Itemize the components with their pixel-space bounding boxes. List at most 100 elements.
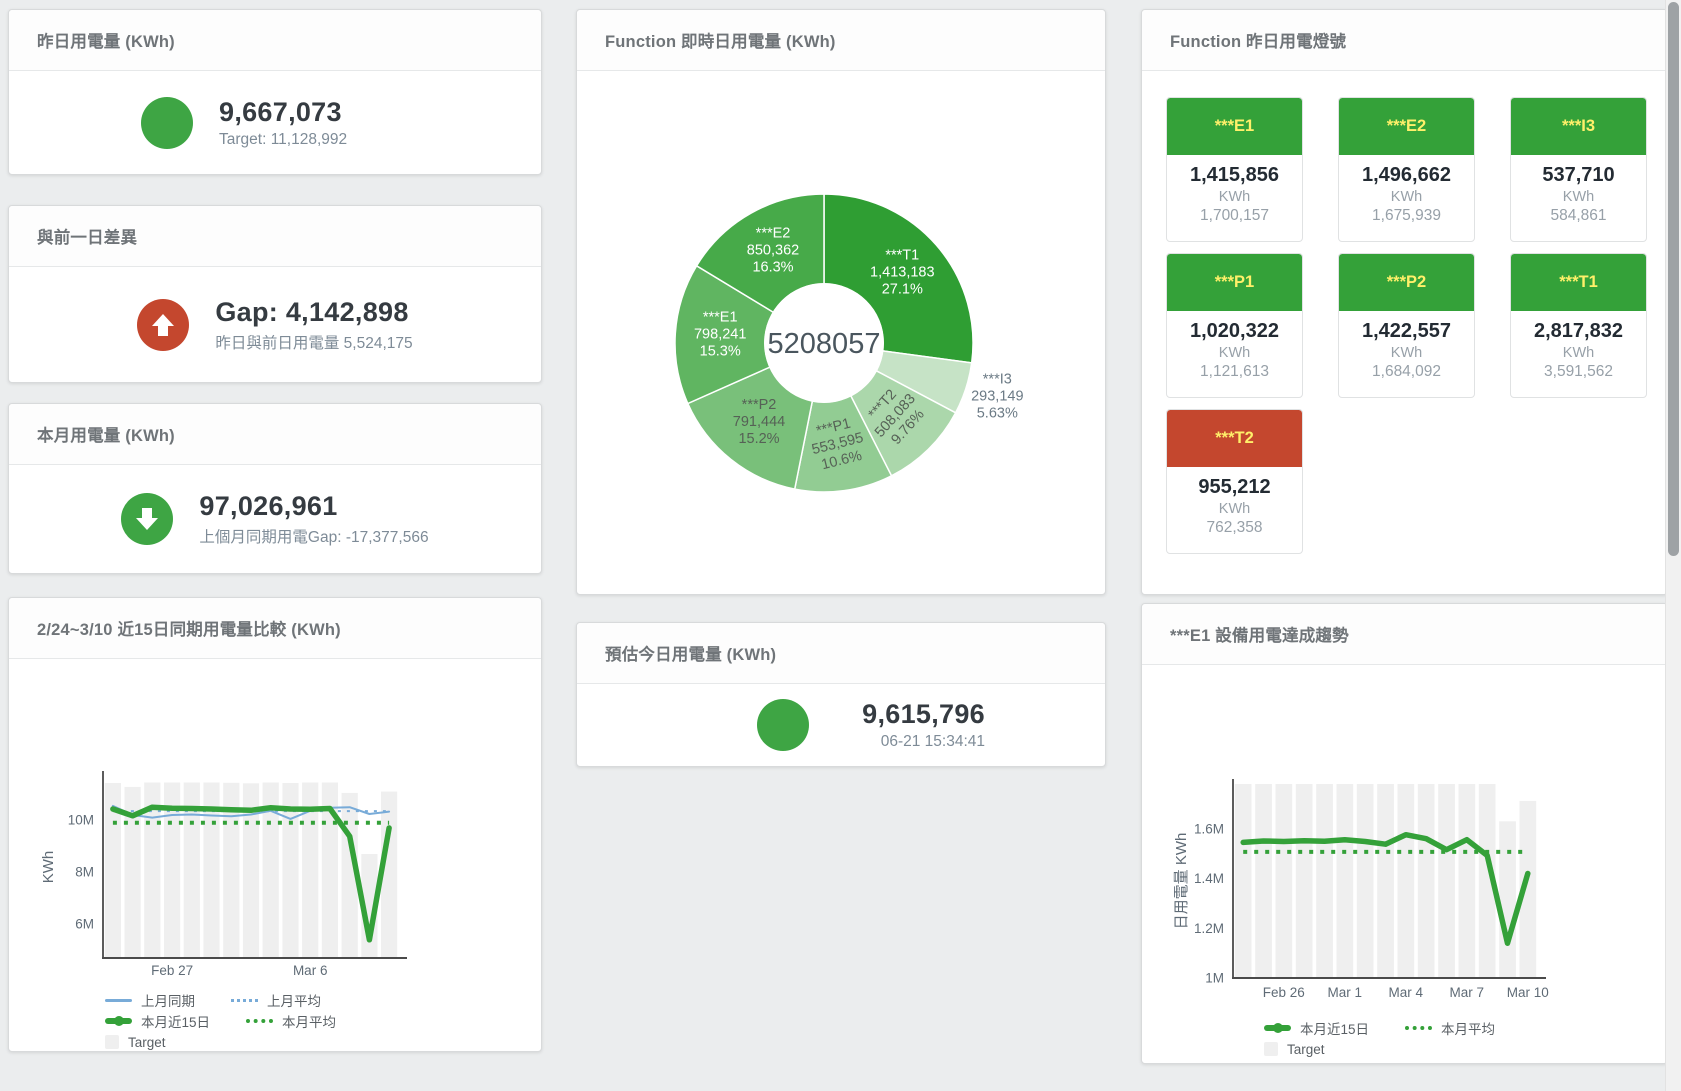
- arrow-down-circle-icon: [121, 493, 173, 545]
- stat-value: 9,667,073: [219, 97, 409, 128]
- legend-thick-line-swatch-icon: [105, 1018, 132, 1024]
- tile-name: ***P1: [1215, 273, 1254, 292]
- svg-text:16.3%: 16.3%: [752, 259, 793, 275]
- card-header: Function 即時日用電量 (KWh): [577, 10, 1105, 71]
- tile-unit: KWh: [1339, 345, 1474, 361]
- scrollbar-track[interactable]: [1665, 0, 1681, 1091]
- card-header: Function 昨日用電燈號: [1142, 10, 1667, 71]
- status-tile: ***E21,496,662KWh1,675,939: [1338, 97, 1475, 242]
- legend-label: 本月近15日: [141, 1011, 210, 1031]
- card-status-lights: Function 昨日用電燈號 ***E1 1,415,856 KWh 1,700,1…: [1141, 9, 1668, 595]
- svg-text:Mar 1: Mar 1: [1328, 985, 1363, 1000]
- realtime-donut-chart: ***T11,413,18327.1%***I3293,1495.63%***T…: [577, 71, 1105, 592]
- svg-text:Mar 4: Mar 4: [1389, 985, 1424, 1000]
- svg-text:1.6M: 1.6M: [1194, 821, 1224, 836]
- status-tile-body: 1,020,322KWh1,121,613: [1167, 320, 1302, 381]
- svg-text:293,149: 293,149: [971, 389, 1023, 405]
- scrollbar-thumb[interactable]: [1668, 2, 1679, 556]
- legend-row: 上月同期 上月平均: [105, 990, 637, 1010]
- svg-text:Feb 26: Feb 26: [1263, 985, 1305, 1000]
- legend-item[interactable]: 本月近15日: [105, 1011, 210, 1031]
- tile-target: 1,675,939: [1339, 207, 1474, 225]
- svg-text:5.63%: 5.63%: [977, 406, 1018, 422]
- tile-name: ***E1: [1215, 117, 1254, 136]
- legend-line-swatch-icon: [105, 999, 132, 1002]
- trend-legend: 本月近15日 本月平均 Target: [1142, 1018, 1681, 1060]
- svg-text:5208057: 5208057: [768, 328, 881, 360]
- card-realtime-donut: Function 即時日用電量 (KWh) ***T11,413,18327.1…: [576, 9, 1106, 595]
- card-title: 與前一日差異: [37, 224, 137, 248]
- legend-label: 本月平均: [1441, 1018, 1495, 1038]
- tile-value: 1,496,662: [1339, 164, 1474, 187]
- lights-grid: ***E1 1,415,856 KWh 1,700,157 ***E21,496,662…: [1142, 71, 1667, 554]
- legend-label: Target: [128, 1035, 166, 1050]
- legend-item[interactable]: 上月同期: [105, 990, 195, 1010]
- svg-text:***E2: ***E2: [756, 225, 791, 241]
- legend-row: 本月近15日 本月平均: [105, 1011, 637, 1031]
- tile-target: 1,121,613: [1167, 363, 1302, 381]
- card-title: ***E1 設備用電達成趨勢: [1170, 622, 1349, 646]
- tile-value: 1,415,856: [1167, 164, 1302, 187]
- legend-item[interactable]: Target: [1264, 1042, 1325, 1057]
- stat-body: 9,615,796 06-21 15:34:41: [637, 684, 1105, 766]
- status-tile-header: ***T1: [1511, 254, 1646, 311]
- legend-item[interactable]: 本月平均: [246, 1011, 336, 1031]
- status-tile: ***I3537,710KWh584,861: [1510, 97, 1647, 242]
- legend-dotted-line-swatch-icon: [231, 999, 258, 1002]
- status-tile-body: 955,212KWh762,358: [1167, 476, 1302, 537]
- tile-target: 1,700,157: [1167, 207, 1302, 225]
- legend-label: 本月近15日: [1300, 1018, 1369, 1038]
- legend-bar-swatch-icon: [105, 1035, 119, 1049]
- card-estimate-today: 預估今日用電量 (KWh) 9,615,796 06-21 15:34:41: [576, 622, 1106, 767]
- card-title: Function 昨日用電燈號: [1170, 28, 1346, 52]
- green-status-circle-icon: [141, 97, 193, 149]
- legend-label: Target: [1287, 1042, 1325, 1057]
- svg-text:Mar 10: Mar 10: [1507, 985, 1549, 1000]
- green-status-circle-icon: [757, 699, 809, 751]
- legend-row: Target: [1264, 1039, 1681, 1059]
- legend-item[interactable]: 上月平均: [231, 990, 321, 1010]
- legend-bar-swatch-icon: [1264, 1042, 1278, 1056]
- legend-item[interactable]: Target: [105, 1035, 166, 1050]
- svg-text:Mar 6: Mar 6: [293, 963, 328, 978]
- svg-text:15.2%: 15.2%: [738, 431, 779, 447]
- tile-name: ***I3: [1562, 117, 1595, 136]
- card-comparison-chart: 2/24~3/10 近15日同期用電量比較 (KWh) 6M8M10MFeb 2…: [8, 597, 542, 1052]
- status-tile-body: 2,817,832KWh3,591,562: [1511, 320, 1646, 381]
- card-header: 本月用電量 (KWh): [9, 404, 541, 465]
- status-tile-header: ***P2: [1339, 254, 1474, 311]
- energy-dashboard: 昨日用電量 (KWh) 9,667,073 Target: 11,128,992…: [0, 0, 1681, 1091]
- svg-text:Feb 27: Feb 27: [151, 963, 193, 978]
- status-tile: ***E1 1,415,856 KWh 1,700,157: [1166, 97, 1303, 242]
- svg-text:8M: 8M: [75, 865, 94, 880]
- legend-item[interactable]: 本月近15日: [1264, 1018, 1369, 1038]
- svg-text:6M: 6M: [75, 917, 94, 932]
- tile-target: 1,684,092: [1339, 363, 1474, 381]
- tile-unit: KWh: [1167, 189, 1302, 205]
- legend-dotted-line-swatch-icon: [246, 1019, 273, 1023]
- status-tile-header: ***T2: [1167, 410, 1302, 467]
- stat-value: 9,615,796: [835, 699, 985, 730]
- tile-name: ***T2: [1215, 429, 1254, 448]
- card-title: 昨日用電量 (KWh): [37, 28, 175, 52]
- tile-unit: KWh: [1511, 345, 1646, 361]
- status-tile-header: ***E1: [1167, 98, 1302, 155]
- legend-item[interactable]: 本月平均: [1405, 1018, 1495, 1038]
- stat-caption: 昨日與前日用電量 5,524,175: [215, 331, 412, 353]
- card-header: 預估今日用電量 (KWh): [577, 623, 1105, 684]
- svg-text:KWh: KWh: [40, 851, 57, 884]
- svg-text:Mar 7: Mar 7: [1450, 985, 1485, 1000]
- svg-text:***I3: ***I3: [983, 372, 1012, 388]
- tile-unit: KWh: [1511, 189, 1646, 205]
- card-title: Function 即時日用電量 (KWh): [605, 28, 836, 52]
- status-tile-body: 1,415,856 KWh 1,700,157: [1167, 164, 1302, 225]
- svg-text:1,413,183: 1,413,183: [870, 265, 935, 281]
- svg-text:1.2M: 1.2M: [1194, 921, 1224, 936]
- svg-text:798,241: 798,241: [694, 326, 746, 342]
- legend-dotted-line-swatch-icon: [1405, 1026, 1432, 1030]
- legend-row: Target: [105, 1032, 637, 1052]
- comparison-legend: 上月同期 上月平均本月近15日 本月平均 Target: [9, 990, 637, 1053]
- status-tile: ***P21,422,557KWh1,684,092: [1338, 253, 1475, 398]
- stat-caption: Target: 11,128,992: [219, 131, 409, 149]
- tile-value: 2,817,832: [1511, 320, 1646, 343]
